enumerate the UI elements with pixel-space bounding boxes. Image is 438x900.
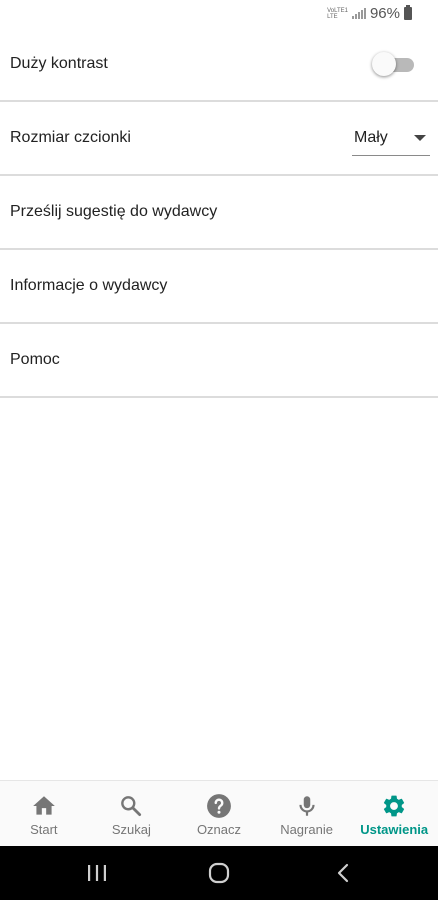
high-contrast-label: Duży kontrast [10, 55, 108, 72]
recent-apps-icon [88, 865, 106, 881]
help-icon [207, 794, 231, 818]
nav-item-recording[interactable]: Nagranie [263, 781, 351, 847]
help-label: Pomoc [10, 351, 60, 368]
settings-row-send-suggestion[interactable]: Prześlij sugestię do wydawcy [0, 176, 438, 250]
nav-label-mark: Oznacz [196, 822, 242, 837]
nav-label-settings: Ustawienia [360, 822, 429, 837]
status-icons: VoLTE1 LTE 96% [327, 5, 412, 22]
back-button[interactable] [318, 846, 368, 900]
gear-icon [384, 795, 405, 817]
back-icon [337, 863, 349, 883]
send-suggestion-label: Prześlij sugestię do wydawcy [10, 203, 218, 220]
font-size-label: Rozmiar czcionki [10, 129, 131, 146]
publisher-info-label: Informacje o wydawcy [10, 277, 168, 294]
home-circle-icon [208, 862, 230, 884]
nav-item-settings[interactable]: Ustawienia [350, 781, 438, 847]
settings-row-font-size: Rozmiar czcionki Mały [0, 102, 438, 176]
status-bar: VoLTE1 LTE 96% [0, 0, 438, 30]
bottom-navigation: Start Szukaj Oznacz Nagranie Ustawienia [0, 780, 438, 847]
settings-row-publisher-info[interactable]: Informacje o wydawcy [0, 250, 438, 324]
nav-item-mark[interactable]: Oznacz [175, 781, 263, 847]
nav-label-search: Szukaj [111, 822, 151, 837]
high-contrast-toggle[interactable] [372, 51, 414, 77]
home-icon [32, 796, 55, 815]
search-icon [121, 796, 142, 817]
nav-item-start[interactable]: Start [0, 781, 88, 847]
network-indicator: VoLTE1 LTE [327, 8, 348, 20]
dropdown-arrow-icon [414, 134, 426, 141]
toggle-thumb [372, 52, 396, 76]
system-navigation-bar [0, 846, 438, 900]
nav-item-search[interactable]: Szukaj [88, 781, 176, 847]
font-size-select[interactable]: Mały [352, 120, 430, 156]
battery-icon [404, 5, 412, 20]
settings-row-high-contrast[interactable]: Duży kontrast [0, 28, 438, 102]
home-button[interactable] [194, 846, 244, 900]
network-line-2: LTE [327, 13, 338, 20]
recent-apps-button[interactable] [72, 846, 122, 900]
microphone-icon [298, 796, 315, 816]
nav-label-start: Start [30, 822, 58, 837]
font-size-value: Mały [354, 128, 388, 146]
settings-row-help[interactable]: Pomoc [0, 324, 438, 398]
settings-list: Duży kontrast Rozmiar czcionki Mały Prze… [0, 28, 438, 398]
signal-icon [351, 8, 366, 19]
nav-label-recording: Nagranie [280, 822, 333, 837]
battery-percent: 96% [369, 5, 400, 22]
